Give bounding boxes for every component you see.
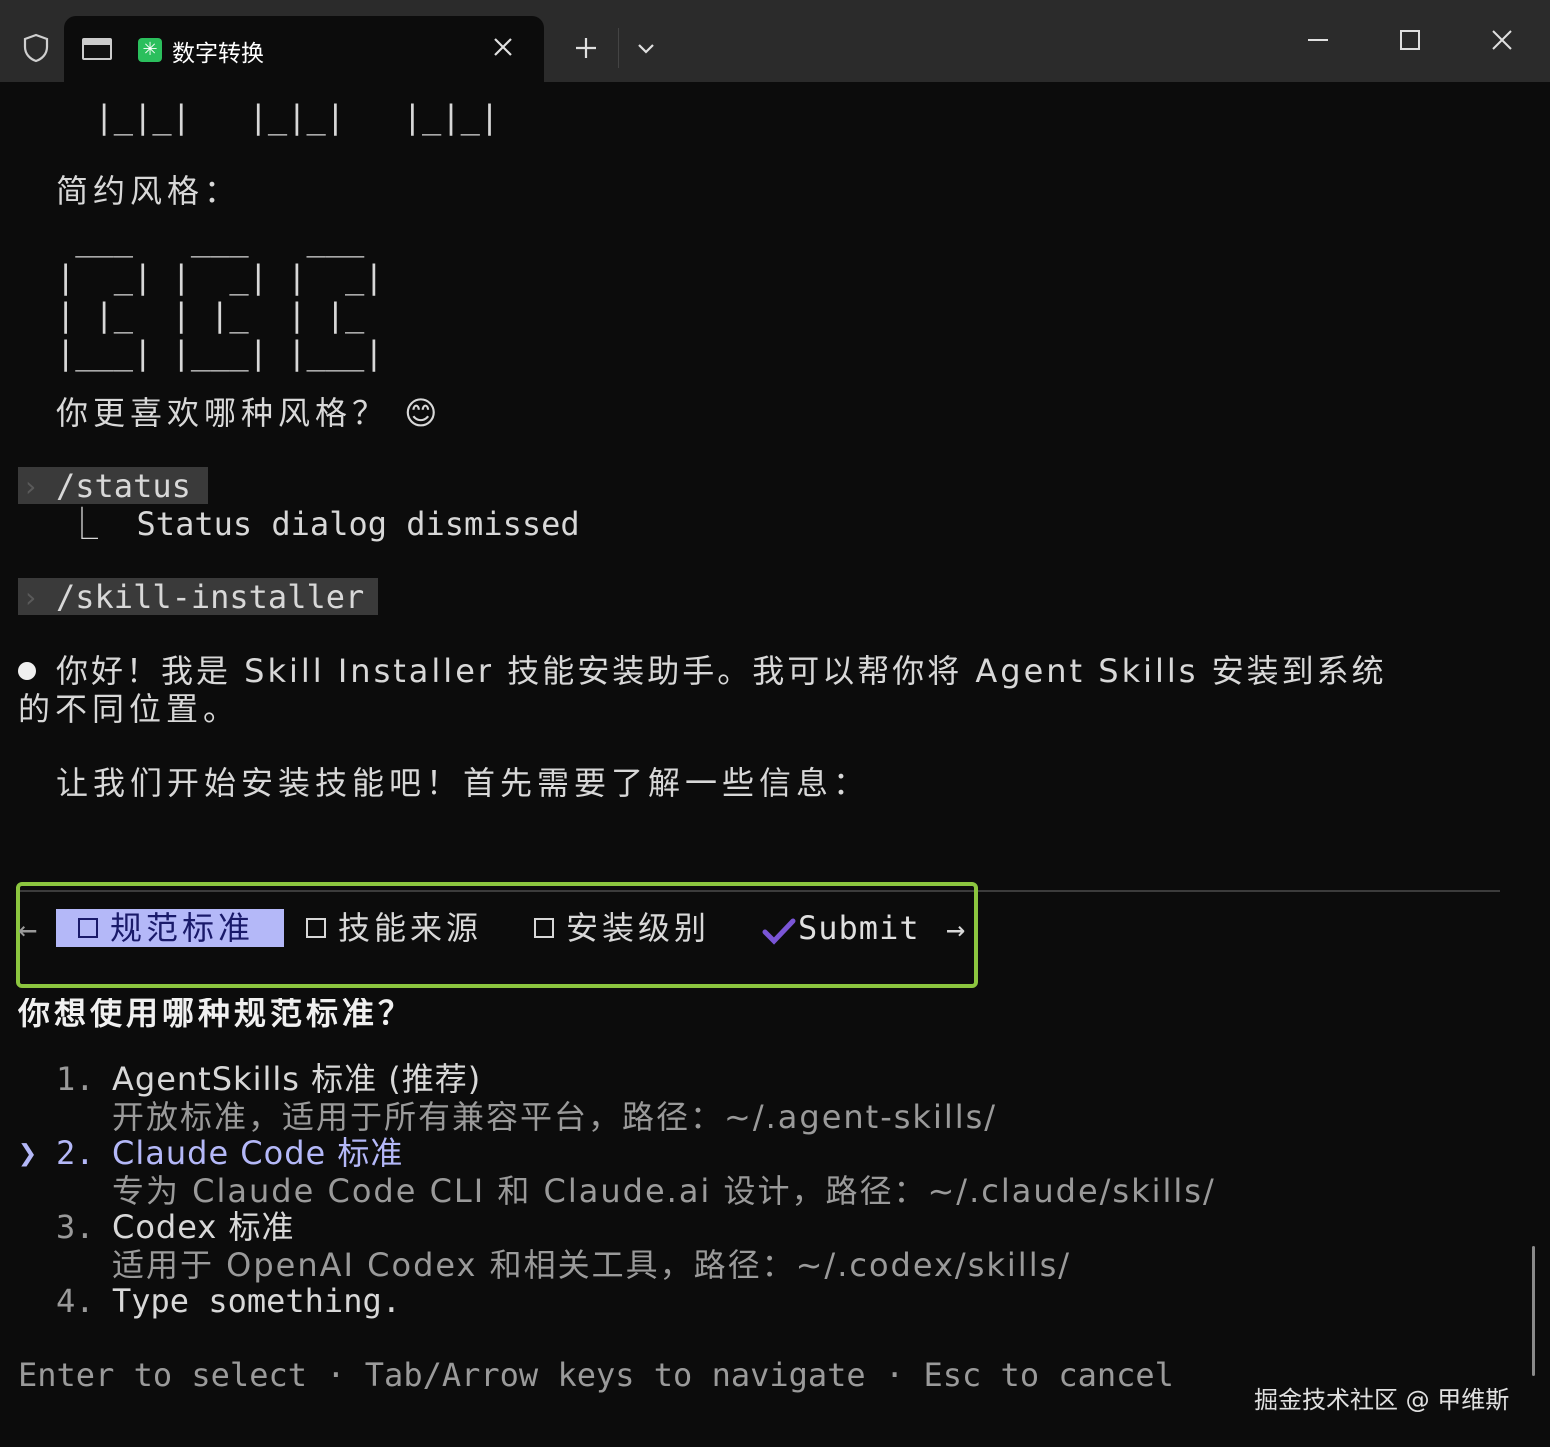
tab-title: 数字转换 <box>172 41 264 67</box>
prompt-chevron-icon: › <box>22 581 39 614</box>
title-bar: ✳ 数字转换 <box>0 0 1550 82</box>
submit-label: Submit <box>798 909 920 947</box>
tab-label: 安装级别 <box>566 909 711 947</box>
tab-label: 规范标准 <box>110 909 255 947</box>
option-number: 2. <box>56 1134 95 1172</box>
next-arrow-icon[interactable]: → <box>946 910 965 948</box>
ascii-art-line: |___| |___| |___| <box>56 334 384 372</box>
command-status: /status <box>56 467 191 505</box>
option-3-desc: 适用于 OpenAI Codex 和相关工具，路径：~/.codex/skill… <box>112 1246 1072 1284</box>
status-result: ⎿ Status dialog dismissed <box>66 505 580 543</box>
prompt-chevron-icon: › <box>22 470 39 503</box>
option-number: 1. <box>56 1060 95 1098</box>
checkbox-icon <box>534 918 554 938</box>
prev-arrow-icon[interactable]: ← <box>18 910 37 948</box>
ascii-art-line: ___ ___ ___ <box>56 220 365 258</box>
option-3-title[interactable]: Codex 标准 <box>112 1208 294 1246</box>
keyboard-hints: Enter to select · Tab/Arrow keys to navi… <box>18 1356 1174 1394</box>
scrollbar[interactable] <box>1532 1246 1535 1376</box>
simple-style-label: 简约风格： <box>56 172 242 210</box>
ascii-art-line: | |_ | |_ | |_ <box>56 296 365 334</box>
check-icon <box>762 918 796 945</box>
maximize-button[interactable] <box>1390 20 1430 60</box>
new-tab-button[interactable] <box>566 28 606 68</box>
tab-submit[interactable]: Submit <box>762 909 922 947</box>
option-2-title[interactable]: Claude Code 标准 <box>112 1134 403 1172</box>
option-1-title[interactable]: AgentSkills 标准 (推荐) <box>112 1060 481 1098</box>
intro-line: 的不同位置。 <box>18 690 241 728</box>
app-icon: ✳ <box>138 38 162 62</box>
chevron-down-icon[interactable] <box>626 28 666 68</box>
style-question: 你更喜欢哪种风格？ 😊 <box>56 394 443 432</box>
title-divider <box>618 28 619 68</box>
tab-install-level[interactable]: 安装级别 <box>532 909 732 947</box>
command-skill-installer: /skill-installer <box>56 578 365 616</box>
option-2-desc: 专为 Claude Code CLI 和 Claude.ai 设计，路径：~/.… <box>112 1172 1216 1210</box>
lets-start-line: 让我们开始安装技能吧！首先需要了解一些信息： <box>56 764 871 802</box>
tab-spec-standard[interactable]: 规范标准 <box>56 909 284 947</box>
option-4-title[interactable]: Type something. <box>112 1282 401 1320</box>
checkbox-icon <box>306 918 326 938</box>
wizard-question: 你想使用哪种规范标准？ <box>18 994 415 1032</box>
tab-skill-source[interactable]: 技能来源 <box>304 909 504 947</box>
ascii-art-line: | _| | _| | _| <box>56 258 384 296</box>
terminal-icon <box>82 38 112 60</box>
tab-label: 技能来源 <box>338 909 483 947</box>
shield-icon[interactable] <box>20 32 52 64</box>
message-bullet-icon <box>18 662 36 680</box>
checkbox-icon <box>78 918 98 938</box>
tab-active[interactable]: ✳ 数字转换 <box>64 16 544 82</box>
option-number: 4. <box>56 1282 95 1320</box>
intro-line: 你好！我是 Skill Installer 技能安装助手。我可以帮你将 Agen… <box>56 652 1387 690</box>
close-window-button[interactable] <box>1482 20 1522 60</box>
option-1-desc: 开放标准，适用于所有兼容平台，路径：~/.agent-skills/ <box>112 1098 998 1136</box>
minimize-button[interactable] <box>1298 20 1338 60</box>
ascii-art-top: |_|_| |_|_| |_|_| <box>56 98 500 136</box>
close-tab-icon[interactable] <box>488 32 518 62</box>
option-number: 3. <box>56 1208 95 1246</box>
selection-cursor-icon: ❯ <box>18 1134 38 1172</box>
watermark: 掘金技术社区 @ 甲维斯 <box>1254 1386 1510 1414</box>
